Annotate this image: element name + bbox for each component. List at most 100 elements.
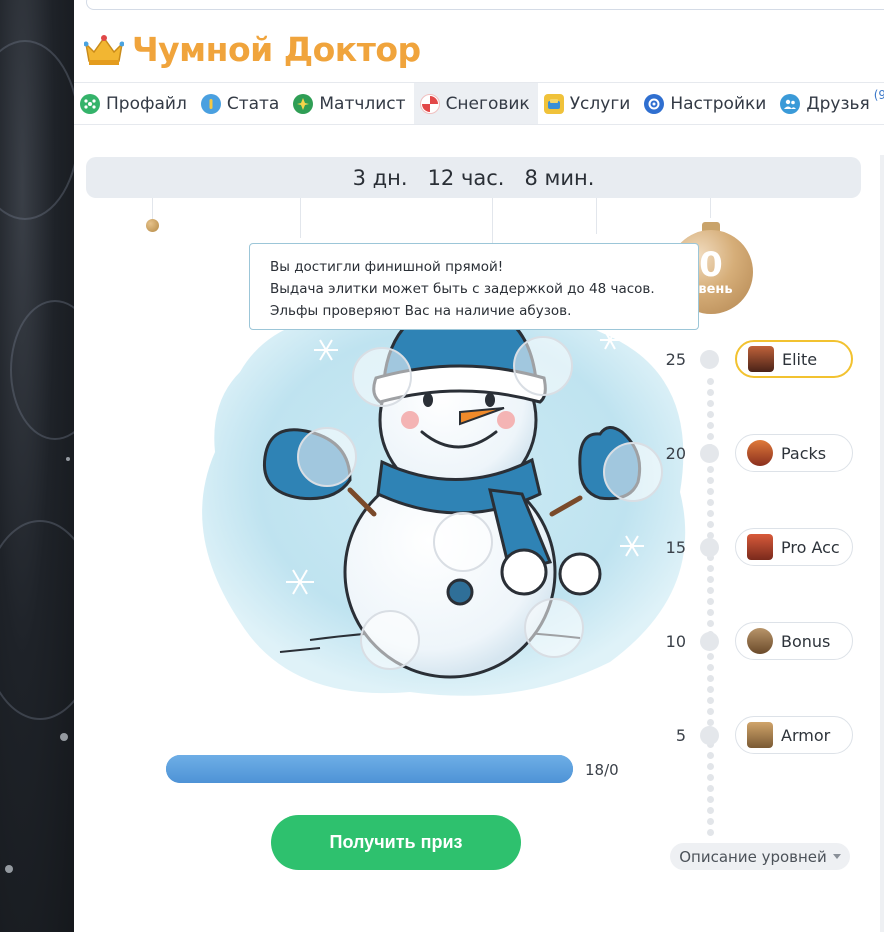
snowman-progress-bar (166, 755, 573, 783)
event-timer: 3 дн. 12 час. 8 мин. (86, 157, 861, 198)
level-number: 5 (675, 726, 686, 745)
tooltip-line: Вы достигли финишной прямой! (270, 259, 504, 275)
levels-description-dropdown[interactable]: Описание уровней (670, 843, 850, 870)
reward-label: Packs (781, 443, 827, 463)
track-dot (707, 675, 714, 682)
levels-description-label: Описание уровней (679, 847, 827, 866)
reward-elite[interactable]: Elite (735, 340, 853, 378)
track-dot (707, 488, 714, 495)
reward-pro-acc[interactable]: Pro Acc (735, 528, 853, 566)
chevron-down-icon (832, 854, 841, 859)
track-dot (707, 818, 714, 825)
main-panel: Чумной Доктор Профайл Стата Матчлист Сне… (74, 0, 884, 932)
snow-particle (5, 865, 13, 873)
level-node (700, 538, 719, 557)
matchlist-icon (293, 93, 314, 114)
track-dot (707, 400, 714, 407)
tab-snowman[interactable]: Снеговик (413, 83, 538, 124)
levels-ladder: 25 Elite 20 Packs 15 Pro Acc 10 Bonus 5 … (654, 330, 884, 836)
track-dot (707, 422, 714, 429)
profile-header: Чумной Доктор (84, 30, 421, 69)
timer-days: 3 дн. (352, 165, 408, 190)
background-left (0, 0, 74, 932)
tab-label: Стата (226, 93, 280, 114)
tab-settings[interactable]: Настройки (638, 83, 774, 124)
level-row: 25 Elite (654, 340, 884, 380)
tab-friends[interactable]: Друзья (9 (774, 83, 884, 124)
top-search-bar[interactable] (86, 0, 884, 10)
tooltip-line: Эльфы проверяют Вас на наличие абузов. (270, 303, 572, 319)
armor-icon (747, 722, 773, 748)
track-dot (707, 521, 714, 528)
background-decoration (0, 40, 74, 220)
timer-minutes: 8 мин. (524, 165, 595, 190)
reward-label: Bonus (781, 631, 831, 651)
track-dot (707, 774, 714, 781)
track-dot (707, 807, 714, 814)
tab-label: Настройки (670, 93, 767, 114)
level-node (700, 726, 719, 745)
tab-stats[interactable]: Стата (195, 83, 288, 124)
reward-packs[interactable]: Packs (735, 434, 853, 472)
ornament-string (710, 198, 711, 218)
track-dot (707, 510, 714, 517)
track-dot (707, 708, 714, 715)
track-dot (707, 796, 714, 803)
elite-portrait-icon (748, 346, 774, 372)
level-row: 15 Pro Acc (654, 528, 884, 568)
crown-icon (84, 34, 124, 65)
reward-label: Pro Acc (781, 537, 840, 557)
ornament-string (596, 198, 597, 234)
packs-icon (747, 440, 773, 466)
tab-profile[interactable]: Профайл (74, 83, 195, 124)
profile-tabs: Профайл Стата Матчлист Снеговик Услуги Н… (74, 82, 884, 125)
track-dot (707, 829, 714, 836)
track-dot (707, 477, 714, 484)
axe-icon (747, 628, 773, 654)
progress-fill (166, 755, 573, 783)
level-node (700, 444, 719, 463)
level-node (700, 632, 719, 651)
tab-label: Услуги (569, 93, 631, 114)
ornament-string (300, 198, 301, 238)
profile-name: Чумной Доктор (132, 30, 421, 69)
background-decoration (0, 520, 74, 720)
track-dot (707, 686, 714, 693)
friends-icon (780, 93, 801, 114)
reward-tooltip: Вы достигли финишной прямой! Выдача элит… (249, 243, 699, 330)
level-row: 20 Packs (654, 434, 884, 474)
track-dot (707, 664, 714, 671)
services-icon (543, 93, 564, 114)
tab-label: Друзья (806, 93, 870, 114)
track-dot (707, 499, 714, 506)
track-dot (707, 587, 714, 594)
track-dot (707, 697, 714, 704)
chest-icon (747, 534, 773, 560)
level-number: 25 (665, 350, 686, 369)
tab-services[interactable]: Услуги (538, 83, 639, 124)
level-number: 15 (665, 538, 686, 557)
level-row: 5 Armor (654, 716, 884, 756)
tab-label: Снеговик (445, 93, 530, 114)
profile-icon (80, 93, 100, 114)
reward-label: Armor (781, 725, 831, 745)
level-row: 10 Bonus (654, 622, 884, 662)
level-number: 20 (665, 444, 686, 463)
settings-icon (644, 93, 665, 114)
track-dot (707, 785, 714, 792)
reward-armor[interactable]: Armor (735, 716, 853, 754)
page-scrollbar[interactable] (880, 155, 884, 932)
reward-bonus[interactable]: Bonus (735, 622, 853, 660)
get-prize-button[interactable]: Получить приз (271, 815, 521, 870)
progress-label: 18/0 (585, 761, 619, 779)
stats-icon (200, 93, 221, 114)
snow-particle (60, 733, 68, 741)
tab-label: Матчлист (319, 93, 406, 114)
tab-matchlist[interactable]: Матчлист (287, 83, 413, 124)
small-ornament (146, 219, 159, 232)
candy-icon (419, 93, 440, 114)
background-decoration (10, 300, 74, 440)
track-dot (707, 598, 714, 605)
tab-label: Профайл (106, 93, 187, 114)
level-number: 10 (665, 632, 686, 651)
